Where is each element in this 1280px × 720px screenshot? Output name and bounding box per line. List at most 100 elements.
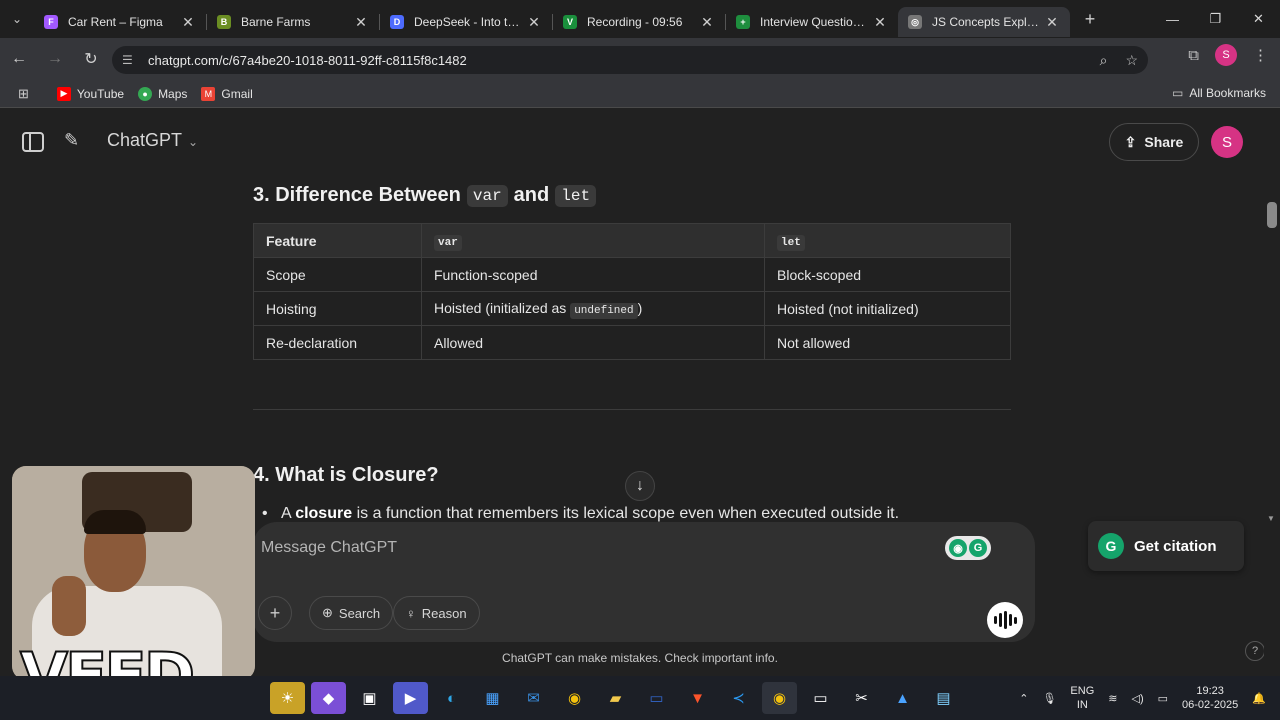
close-tab-icon[interactable]: ✕ xyxy=(526,14,542,31)
brave-icon[interactable]: ▼ xyxy=(680,682,715,714)
apps-grid-icon[interactable]: ⊞ xyxy=(18,86,29,102)
microphone-icon[interactable]: 🎙 xyxy=(1042,692,1056,705)
avatar[interactable]: S xyxy=(1211,126,1243,158)
forward-icon[interactable]: → xyxy=(38,42,72,76)
grammarly-icon[interactable]: ◉ G xyxy=(945,536,991,560)
minimize-icon[interactable]: — xyxy=(1151,0,1194,38)
chevron-down-icon: ⌄ xyxy=(188,135,199,149)
table-cell: Re-declaration xyxy=(253,325,422,360)
bookmark-maps[interactable]: ● Maps xyxy=(138,86,187,101)
restore-icon[interactable]: ❐ xyxy=(1194,0,1237,38)
language-indicator[interactable]: ENG IN xyxy=(1070,684,1094,712)
new-tab-icon[interactable]: + xyxy=(1076,5,1104,33)
notepad-icon[interactable]: ▤ xyxy=(926,682,961,714)
table-cell: Allowed xyxy=(421,325,765,360)
grammarly-g-icon: G xyxy=(1098,533,1124,559)
get-citation-button[interactable]: G Get citation xyxy=(1088,521,1244,571)
tray-overflow-icon[interactable]: ⌃ xyxy=(1019,692,1028,705)
taskbar-apps: ☀ ◆ ▣ ▶ ◐ ▦ ✉ ◉ ▰ ▭ ▼ ≺ ◉ ▭ ✂ ▲ ▤ xyxy=(270,682,961,714)
new-chat-icon[interactable]: ✎ xyxy=(64,130,79,151)
reason-button[interactable]: ♀ Reason xyxy=(393,596,480,630)
search-button[interactable]: ⊕ Search xyxy=(309,596,394,630)
terminal-icon[interactable]: ▭ xyxy=(803,682,838,714)
scroll-arrow-down-icon[interactable]: ▼ xyxy=(1267,514,1275,523)
profile-avatar[interactable]: S xyxy=(1215,44,1237,66)
vscode-icon[interactable]: ≺ xyxy=(721,682,756,714)
scroll-down-icon[interactable]: ↓ xyxy=(625,471,655,501)
store-icon[interactable]: ▦ xyxy=(475,682,510,714)
deepseek-icon: D xyxy=(390,15,404,29)
chrome-icon[interactable]: ◉ xyxy=(557,682,592,714)
share-button[interactable]: ⇪ Share xyxy=(1109,123,1199,161)
folder-icon: ▭ xyxy=(1171,86,1184,100)
tab-search-chevron-icon[interactable]: ⌄ xyxy=(0,0,34,38)
heading-text: 3. Difference Between xyxy=(253,184,461,206)
section-heading-var-let: 3. Difference Between var and let xyxy=(253,184,597,207)
file-explorer-icon[interactable]: ▰ xyxy=(598,682,633,714)
close-tab-icon[interactable]: ✕ xyxy=(872,14,888,31)
share-icon: ⇪ xyxy=(1124,133,1137,150)
tab-barne-farms[interactable]: B Barne Farms ✕ xyxy=(207,7,379,37)
bookmark-gmail[interactable]: M Gmail xyxy=(201,86,253,101)
close-tab-icon[interactable]: ✕ xyxy=(1044,14,1060,31)
back-icon[interactable]: ← xyxy=(2,42,36,76)
mail-icon[interactable]: ✉ xyxy=(516,682,551,714)
sidebar-toggle-icon[interactable] xyxy=(22,132,44,152)
scrollbar-thumb[interactable] xyxy=(1267,202,1277,228)
capcut-icon[interactable]: ✂ xyxy=(844,682,879,714)
reload-icon[interactable]: ↻ xyxy=(74,42,108,76)
message-input[interactable]: Message ChatGPT xyxy=(261,539,397,557)
window-controls: — ❐ ✕ xyxy=(1151,0,1280,38)
lang-region: IN xyxy=(1076,699,1088,711)
bullet-text: is a function that remembers its lexical… xyxy=(356,505,900,522)
inline-code: let xyxy=(777,235,805,251)
voice-mode-icon[interactable] xyxy=(987,602,1023,638)
close-tab-icon[interactable]: ✕ xyxy=(353,14,369,31)
tab-js-concepts[interactable]: ◎ JS Concepts Explained ✕ xyxy=(898,7,1070,37)
bookmark-star-icon[interactable]: ☆ xyxy=(1125,52,1138,69)
monitor-icon[interactable]: ▭ xyxy=(639,682,674,714)
clock[interactable]: 19:23 06-02-2025 xyxy=(1182,684,1238,712)
page-scrollbar[interactable]: ▼ xyxy=(1264,196,1280,676)
edge-icon[interactable]: ◐ xyxy=(434,682,469,714)
attach-plus-icon[interactable]: + xyxy=(258,596,292,630)
close-tab-icon[interactable]: ✕ xyxy=(699,14,715,31)
site-info-icon[interactable]: ☰ xyxy=(122,53,138,67)
model-selector[interactable]: ChatGPT ⌄ xyxy=(107,130,198,151)
close-tab-icon[interactable]: ✕ xyxy=(180,14,196,31)
help-icon[interactable]: ? xyxy=(1245,641,1265,661)
maps-icon: ● xyxy=(138,86,153,101)
wifi-icon[interactable]: ≋ xyxy=(1108,692,1117,705)
tab-deepseek[interactable]: D DeepSeek - Into the Unknown ✕ xyxy=(380,7,552,37)
bookmark-youtube[interactable]: ▶ YouTube xyxy=(56,86,124,101)
battery-icon[interactable]: ▭ xyxy=(1158,692,1168,705)
widgets-icon[interactable]: ☀ xyxy=(270,682,305,714)
list-item: • A closure is a function that remembers… xyxy=(262,505,900,522)
gmail-icon: M xyxy=(201,86,216,101)
tab-recording[interactable]: V Recording - 09:56 ✕ xyxy=(553,7,725,37)
search-label: Search xyxy=(338,605,381,621)
zoom-icon[interactable]: ⌕ xyxy=(1100,52,1108,69)
notification-bell-icon[interactable]: 🔔 xyxy=(1252,692,1266,705)
address-bar[interactable]: ☰ chatgpt.com/c/67a4be20-1018-8011-92ff-… xyxy=(112,46,1148,74)
table-row: Scope Function-scoped Block-scoped xyxy=(253,257,1011,292)
tab-interview-question[interactable]: + Interview Question.xlsx ✕ xyxy=(726,7,898,37)
table-row: Hoisting Hoisted (initialized as undefin… xyxy=(253,291,1011,326)
table-cell: Hoisted (not initialized) xyxy=(764,291,1011,326)
table-header-row: Feature var let xyxy=(253,223,1011,258)
volume-icon[interactable]: ◁) xyxy=(1131,692,1143,705)
all-bookmarks[interactable]: ▭ All Bookmarks xyxy=(1172,86,1266,100)
chrome-active-icon[interactable]: ◉ xyxy=(762,682,797,714)
tab-car-rent[interactable]: F Car Rent – Figma ✕ xyxy=(34,7,206,37)
more-menu-icon[interactable]: ⋮ xyxy=(1253,46,1268,64)
heading-text: and xyxy=(513,184,550,206)
table-cell: Not allowed xyxy=(764,325,1011,360)
table-row: Re-declaration Allowed Not allowed xyxy=(253,325,1011,360)
inline-code: var xyxy=(466,184,508,207)
task-view-icon[interactable]: ▣ xyxy=(352,682,387,714)
close-window-icon[interactable]: ✕ xyxy=(1237,0,1280,38)
photos-icon[interactable]: ▲ xyxy=(885,682,920,714)
extensions-icon[interactable]: ⧉ xyxy=(1188,47,1199,64)
teams-icon[interactable]: ▶ xyxy=(393,682,428,714)
copilot-icon[interactable]: ◆ xyxy=(311,682,346,714)
